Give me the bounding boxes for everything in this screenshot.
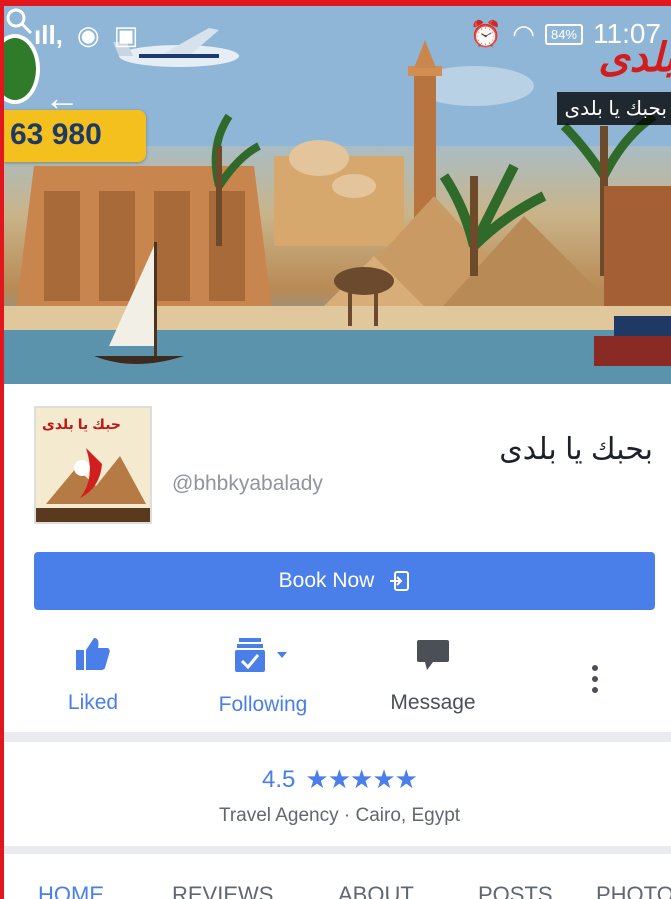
rating-stars-icon: ★★★★★ xyxy=(305,764,418,794)
more-dot xyxy=(592,687,598,693)
clock: 11:07 xyxy=(593,18,661,49)
sign-in-icon xyxy=(390,571,410,591)
cover-photo[interactable]: بلدى بحبك يا بلدى 63 980 ıll, ◉ ▣ ⏰ ◠ 84… xyxy=(4,6,671,384)
message-button[interactable]: Message xyxy=(358,636,508,715)
page-header-card: حبك يا بلدى بحبك يا بلدى @bhbkyabalady B… xyxy=(4,384,671,732)
more-dot xyxy=(592,665,598,671)
section-divider xyxy=(4,732,671,742)
status-bar: ıll, ◉ ▣ ⏰ ◠ 84% 11:07 xyxy=(4,12,671,62)
more-dot xyxy=(592,676,598,682)
book-now-button[interactable]: Book Now xyxy=(34,552,655,610)
search-icon[interactable] xyxy=(4,6,34,36)
profile-picture[interactable]: حبك يا بلدى xyxy=(34,406,152,524)
alarm-icon: ⏰ xyxy=(469,18,503,49)
tab-reviews[interactable]: REVIEWS xyxy=(172,882,273,899)
wifi-icon: ◠ xyxy=(512,18,535,49)
signal-icon: ıll, xyxy=(34,20,63,50)
back-arrow-icon[interactable]: ← xyxy=(44,80,80,116)
profile-caption: حبك يا بلدى xyxy=(42,416,122,432)
notification-icon: ◉ xyxy=(76,20,100,50)
tab-home[interactable]: HOME xyxy=(38,882,104,899)
tab-photos[interactable]: PHOTOS xyxy=(596,882,671,899)
image-icon: ▣ xyxy=(113,20,139,50)
screen-frame: بلدى بحبك يا بلدى 63 980 ıll, ◉ ▣ ⏰ ◠ 84… xyxy=(0,0,671,899)
page-category: Travel Agency · Cairo, Egypt xyxy=(218,805,461,826)
page-username: @bhbkyabalady xyxy=(172,472,323,495)
message-icon xyxy=(417,640,449,670)
rating-score: 4.5 xyxy=(262,765,296,793)
following-icon xyxy=(235,638,287,672)
page-tabs: HOME REVIEWS ABOUT POSTS PHOTOS xyxy=(4,854,671,899)
thumbs-up-icon xyxy=(76,638,110,670)
tab-about[interactable]: ABOUT xyxy=(338,882,414,899)
following-label: Following xyxy=(218,693,308,716)
battery-icon: 84% xyxy=(544,23,583,45)
cover-illustration xyxy=(4,6,671,384)
rating-section[interactable]: 4.5 ★★★★★ Travel Agency · Cairo, Egypt xyxy=(4,742,671,846)
book-now-label: Book Now xyxy=(278,569,375,592)
page-title: بحبك يا بلدى xyxy=(499,433,653,466)
liked-button[interactable]: Liked xyxy=(18,636,168,715)
tab-posts[interactable]: POSTS xyxy=(478,882,553,899)
status-right: ⏰ ◠ 84% 11:07 xyxy=(470,18,661,50)
cover-caption: بحبك يا بلدى xyxy=(556,92,671,125)
more-options-icon[interactable] xyxy=(580,660,610,704)
page-actions: Liked Following Message xyxy=(4,636,671,732)
status-left: ıll, ◉ ▣ xyxy=(34,20,138,51)
rating-line: 4.5 ★★★★★ xyxy=(4,742,671,795)
following-button[interactable]: Following xyxy=(188,636,338,717)
message-label: Message xyxy=(390,691,476,714)
liked-label: Liked xyxy=(67,691,119,714)
section-divider xyxy=(4,846,671,854)
